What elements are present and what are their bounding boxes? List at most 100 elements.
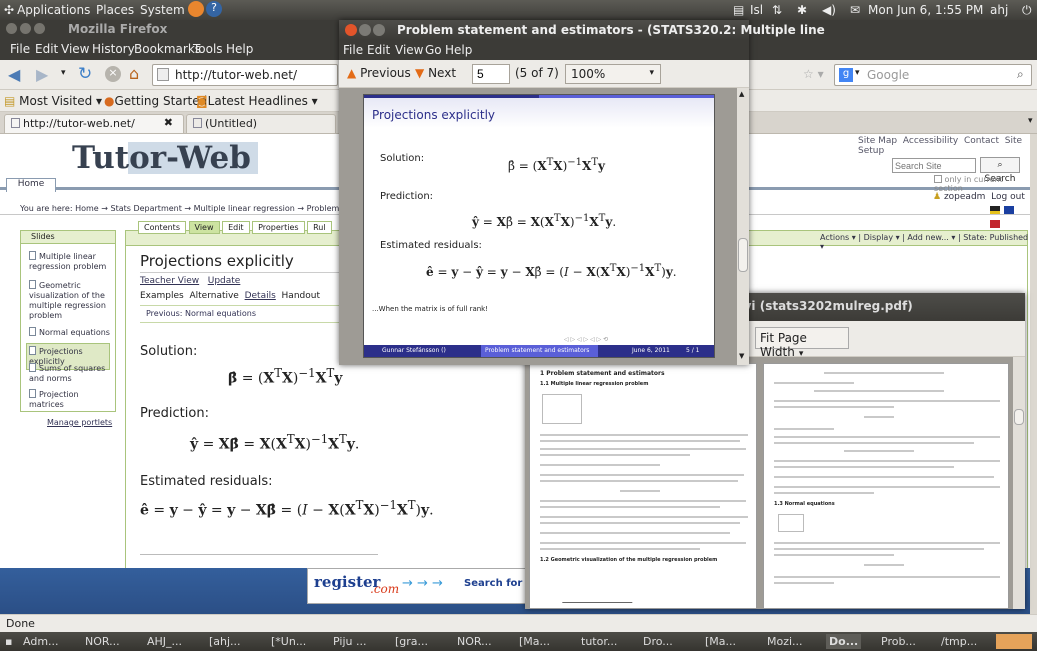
tab-list-icon[interactable]: ▾ [1028,116,1033,126]
applications-menu[interactable]: ✣ Applications [4,3,90,17]
viewer-menu-edit[interactable]: Edit [367,43,390,57]
checkbox[interactable] [934,175,942,183]
page-number-input[interactable] [472,64,510,84]
view-tab[interactable]: View [188,221,220,234]
flag-de-icon[interactable] [990,206,1000,214]
menu-tools[interactable]: Tools [193,42,223,56]
minimize-window-icon[interactable] [359,24,371,36]
site-search-button[interactable]: ⌕ Search [980,157,1020,184]
show-desktop-icon[interactable]: ▪ [2,634,15,649]
search-go-icon[interactable]: ⌕ [1017,67,1024,82]
bookmark-star-icon[interactable]: ☆ ▾ [803,67,824,81]
actions-menu[interactable]: Actions ▾ [820,233,856,242]
contact-link[interactable]: Contact [964,136,999,146]
accessibility-link[interactable]: Accessibility [903,136,958,146]
places-menu[interactable]: Places [96,3,134,17]
previous-page-button[interactable]: ▲ Previous [347,66,411,80]
flag-gb-icon[interactable] [990,220,1000,228]
site-identity-icon[interactable] [157,68,169,81]
task-button[interactable]: [*Un... [268,634,309,649]
slide-link-6[interactable]: Projection matrices [29,389,113,410]
slide-link-1[interactable]: Multiple linear regression problem [29,251,113,272]
dvi-scroll-thumb[interactable] [1014,409,1024,425]
menu-view[interactable]: View [61,42,89,56]
bookmark-most-visited[interactable]: ▤ Most Visited ▾ [4,94,102,108]
task-button[interactable]: [gra... [392,634,431,649]
teacher-view-link[interactable]: Teacher View [140,276,199,286]
scroll-down-icon[interactable]: ▼ [739,352,744,360]
volume-icon[interactable]: ◀) [822,3,836,17]
task-button[interactable]: NOR... [82,634,123,649]
add-new-menu[interactable]: Add new... ▾ [907,233,955,242]
task-button[interactable]: tutor... [578,634,620,649]
alternative-link[interactable]: Alternative [189,291,238,301]
nav-home-tab[interactable]: Home [6,178,56,192]
dvi-zoom-select[interactable]: Fit Page Width ▾ [755,327,849,359]
only-current-section[interactable]: only in current section [934,175,1030,193]
dvi-scrollbar[interactable] [1013,357,1025,609]
keyboard-layout-indicator[interactable]: Isl [750,3,763,17]
task-button[interactable]: [ahj... [206,634,244,649]
bookmark-getting-started[interactable]: ●Getting Started [104,94,207,108]
task-button[interactable]: Piju ... [330,634,369,649]
maximize-window-icon[interactable] [373,24,385,36]
user-menu[interactable]: ahj [990,3,1008,17]
bookmark-latest-headlines[interactable]: ◙Latest Headlines ▾ [196,94,318,108]
forward-icon[interactable]: ▶ [36,65,48,84]
stop-icon[interactable]: × [105,66,121,82]
task-button[interactable]: Prob... [878,634,919,649]
search-bar[interactable]: g ▾ Google ⌕ [834,64,1032,86]
task-button[interactable]: [Ma... [702,634,739,649]
clock[interactable]: Mon Jun 6, 1:55 PM [868,3,983,17]
firefox-launcher-icon[interactable] [188,1,204,17]
url-bar[interactable]: http://tutor-web.net/ [152,64,338,86]
maximize-window-icon[interactable] [34,23,45,34]
reload-icon[interactable]: ↻ [78,64,92,84]
task-button-active[interactable]: Do... [826,634,862,649]
task-button[interactable]: Adm... [20,634,62,649]
close-window-icon[interactable] [6,23,17,34]
task-button[interactable]: [Ma... [516,634,553,649]
update-link[interactable]: Update [208,276,241,286]
menu-bookmarks[interactable]: Bookmarks [134,42,201,56]
zoom-select[interactable]: 100% ▾ [565,64,661,84]
close-window-icon[interactable] [345,24,357,36]
viewer-scrollbar[interactable]: ▲ ▼ [737,88,749,365]
edit-tab[interactable]: Edit [222,221,250,234]
task-button[interactable]: Mozi... [764,634,806,649]
examples-link[interactable]: Examples [140,291,184,301]
system-menu[interactable]: System [140,3,185,17]
display-menu[interactable]: Display ▾ [864,233,900,242]
viewer-scroll-thumb[interactable] [738,238,748,272]
language-flags[interactable] [990,203,1026,228]
scroll-up-icon[interactable]: ▲ [739,90,744,98]
slide-link-2[interactable]: Geometric visualization of the multiple … [29,280,113,321]
details-link[interactable]: Details [245,291,276,301]
contents-tab[interactable]: Contents [138,221,186,234]
shutdown-icon[interactable]: ⏻ [1022,3,1032,18]
network-icon[interactable]: ⇅ [772,3,782,17]
user-link[interactable]: zopeadm [944,192,985,202]
properties-tab[interactable]: Properties [252,221,305,234]
viewer-menu-file[interactable]: File [343,43,363,57]
logout-link[interactable]: Log out [991,192,1025,202]
site-map-link[interactable]: Site Map [858,136,897,146]
slide-link-3[interactable]: Normal equations [29,327,113,338]
viewer-menu-go[interactable]: Go [425,43,442,57]
next-page-button[interactable]: ▼ Next [415,66,456,80]
google-engine-icon[interactable]: g [839,68,853,82]
history-dropdown-icon[interactable]: ▾ [61,68,66,78]
menu-edit[interactable]: Edit [35,42,58,56]
handout-link[interactable]: Handout [282,291,320,301]
menu-help[interactable]: Help [226,42,253,56]
mail-icon[interactable]: ✉ [850,3,860,17]
tab-tutor-web[interactable]: http://tutor-web.net/ ✖ [4,114,184,133]
home-icon[interactable]: ⌂ [129,64,139,83]
flag-is-icon[interactable] [1003,206,1014,214]
task-button[interactable]: NOR... [454,634,495,649]
register-ad[interactable]: register .com → → → Search for d [307,568,533,604]
minimize-window-icon[interactable] [20,23,31,34]
tab-untitled[interactable]: (Untitled) [186,114,336,133]
workspace-switcher[interactable] [996,634,1032,649]
help-icon[interactable]: ? [206,1,222,17]
